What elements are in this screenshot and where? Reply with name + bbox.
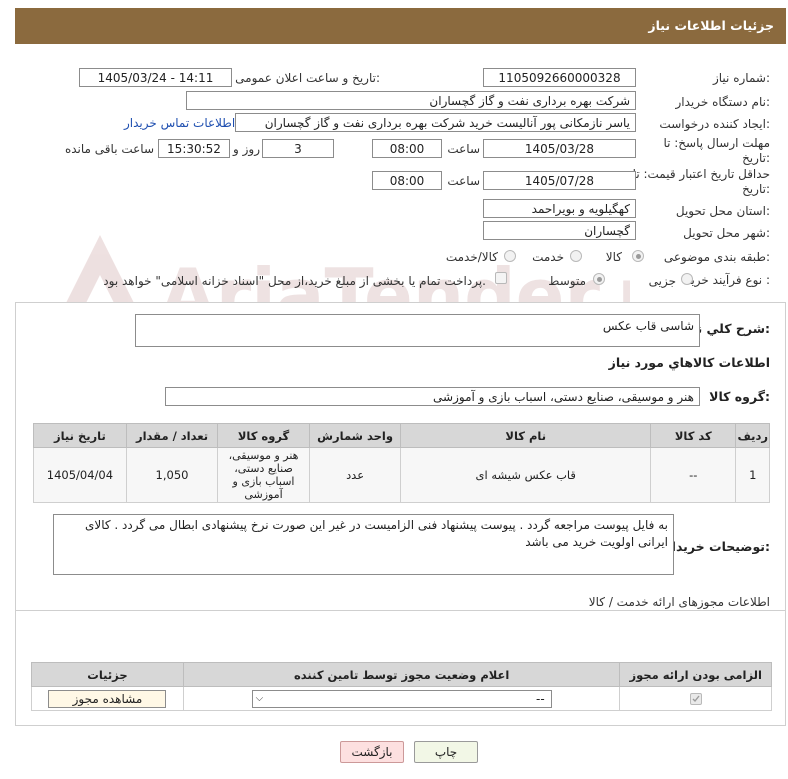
need-number-label: شماره نیاز:	[712, 71, 770, 85]
price-validity-label: حداقل تاریخ اعتبار قیمت: تا تاریخ:	[632, 167, 770, 196]
announce-label: تاریخ و ساعت اعلان عمومی:	[235, 71, 380, 85]
creator-label: ایجاد کننده درخواست:	[659, 117, 770, 131]
category-option-goods-service: کالا/خدمت	[445, 250, 498, 264]
reply-date-field: 1405/03/28	[483, 139, 636, 158]
col-group: گروه کالا	[217, 423, 310, 448]
col-name: نام کالا	[400, 423, 652, 448]
permits-title: اطلاعات مجوزهای ارائه خدمت / کالا	[588, 595, 770, 609]
days-field: 3	[262, 139, 334, 158]
status-select[interactable]: -- ⌵	[251, 689, 552, 708]
price-time-field: 08:00	[372, 171, 442, 190]
buyer-notes-field: به فایل پیوست مراجعه گردد . پیوست پیشنها…	[53, 514, 674, 575]
col-details: جزئیات	[31, 662, 184, 687]
days-label: روز و	[233, 142, 260, 156]
reply-time-label: ساعت	[447, 142, 480, 156]
buyer-notes-label: توضیحات خریدار:	[664, 539, 770, 554]
permits-table: الزامی بودن ارائه مجوز اعلام وضعیت مجوز …	[31, 662, 772, 711]
cell-group: هنر و موسیقی، صنایع دستی، اسباب بازی و آ…	[217, 447, 310, 503]
cell-qty: 1,050	[125, 447, 219, 503]
col-status: اعلام وضعیت مجوز توسط تامین کننده	[182, 662, 621, 687]
col-unit: واحد شمارش	[308, 423, 402, 448]
need-number-field: 1105092660000328	[483, 68, 636, 87]
goods-table: ردیف کد کالا نام کالا واحد شمارش گروه کا…	[33, 423, 770, 503]
status-select-value: --	[535, 691, 545, 706]
city-field: گچساران	[483, 221, 636, 240]
goods-group-field: هنر و موسیقی، صنایع دستی، اسباب بازی و آ…	[165, 387, 700, 406]
goods-section-title: اطلاعات کالاهاي مورد نياز	[608, 355, 770, 370]
price-date-field: 1405/07/28	[483, 171, 636, 190]
page-header: جزئیات اطلاعات نیاز	[15, 8, 786, 44]
col-date: تاریخ نیاز	[33, 423, 127, 448]
status-cell: -- ⌵	[182, 686, 621, 711]
col-row: ردیف	[735, 423, 770, 448]
col-qty: تعداد / مقدار	[125, 423, 219, 448]
table-row: 1 -- قاب عکس شیشه ای عدد هنر و موسیقی، ص…	[33, 447, 770, 503]
category-radio-goods-service[interactable]	[504, 250, 516, 262]
print-button[interactable]: چاپ	[414, 741, 478, 763]
province-label: استان محل تحویل:	[675, 204, 770, 218]
permits-table-wrap: الزامی بودن ارائه مجوز اعلام وضعیت مجوز …	[31, 662, 772, 711]
col-code: کد کالا	[650, 423, 737, 448]
contact-buyer-link[interactable]: اطلاعات تماس خریدار	[124, 116, 235, 130]
price-time-label: ساعت	[447, 174, 480, 188]
permits-table-header: الزامی بودن ارائه مجوز اعلام وضعیت مجوز …	[31, 662, 772, 687]
city-label: شهر محل تحویل:	[683, 226, 770, 240]
page-title: جزئیات اطلاعات نیاز	[648, 18, 774, 33]
remaining-time-label: ساعت باقی مانده	[64, 142, 154, 156]
cell-code: --	[650, 447, 737, 503]
remaining-time-field: 15:30:52	[158, 139, 230, 158]
process-radio-medium[interactable]	[593, 273, 605, 285]
process-option-partial: جزیی	[648, 274, 676, 288]
treasury-payment-note: پرداخت تمام یا بخشی از مبلغ خرید،از محل …	[103, 274, 486, 288]
category-radio-goods[interactable]	[632, 250, 644, 262]
cell-unit: عدد	[308, 447, 402, 503]
table-row: -- ⌵ مشاهده مجوز	[31, 686, 772, 711]
province-field: کهگیلویه و بویراحمد	[483, 199, 636, 218]
chevron-down-icon: ⌵	[255, 692, 264, 704]
creator-field: یاسر نازمکانی پور آنالیست خرید شرکت بهره…	[235, 113, 636, 132]
category-radio-service[interactable]	[570, 250, 582, 262]
category-option-service: خدمت	[532, 250, 564, 264]
details-cell: مشاهده مجوز	[31, 686, 184, 711]
buyer-org-label: نام دستگاه خریدار:	[675, 95, 771, 109]
cell-name: قاب عکس شیشه ای	[400, 447, 652, 503]
treasury-payment-checkbox[interactable]	[495, 272, 507, 284]
cell-row: 1	[735, 447, 770, 503]
process-type-label: نوع فرآیند خرید :	[685, 273, 770, 287]
col-required: الزامی بودن ارائه مجوز	[619, 662, 772, 687]
cell-date: 1405/04/04	[33, 447, 127, 503]
view-permit-button[interactable]: مشاهده مجوز	[48, 689, 167, 708]
check-icon	[692, 695, 700, 703]
required-cell	[619, 686, 772, 711]
reply-time-field: 08:00	[372, 139, 442, 158]
process-option-medium: متوسط	[548, 274, 586, 288]
goods-table-wrap: ردیف کد کالا نام کالا واحد شمارش گروه کا…	[33, 423, 770, 503]
category-label: طبقه بندی موضوعی:	[663, 250, 770, 264]
goods-table-header: ردیف کد کالا نام کالا واحد شمارش گروه کا…	[33, 423, 770, 448]
category-option-goods: کالا	[605, 250, 622, 264]
buyer-org-field: شرکت بهره برداری نفت و گاز گچساران	[186, 91, 636, 110]
announce-datetime-field: 1405/03/24 - 14:11	[79, 68, 232, 87]
reply-deadline-label: مهلت ارسال پاسخ: تا تاریخ:	[663, 136, 770, 165]
back-button[interactable]: بازگشت	[340, 741, 404, 763]
goods-group-label: گروه کالا:	[709, 389, 770, 404]
required-checkbox	[689, 693, 702, 705]
process-radio-partial[interactable]	[681, 273, 693, 285]
description-field: شاسی قاب عکس	[135, 314, 700, 347]
